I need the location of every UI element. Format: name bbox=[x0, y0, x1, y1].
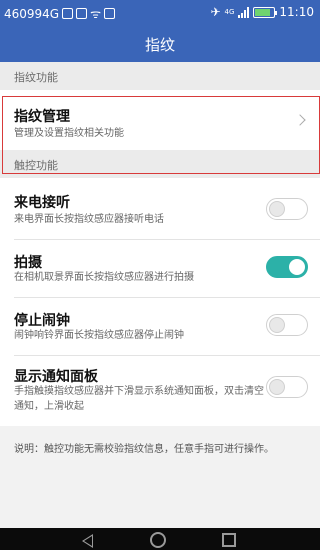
back-icon[interactable] bbox=[82, 534, 93, 548]
network-label: 4G bbox=[224, 8, 235, 16]
setting-title: 显示通知面板 bbox=[14, 369, 98, 385]
battery-icon bbox=[253, 6, 278, 18]
setting-subtitle: 闹钟响铃界面长按指纹感应器停止闹钟 bbox=[14, 330, 184, 341]
toggle-knob bbox=[289, 259, 305, 275]
navigation-bar bbox=[0, 528, 320, 550]
page-title: 指纹 bbox=[144, 36, 175, 54]
setting-subtitle: 手指触摸指纹感应器并下滑显示系统通知面板，双击清空通知，上滑收起 bbox=[14, 386, 264, 412]
toggle-knob bbox=[269, 379, 285, 395]
setting-title: 拍摄 bbox=[14, 255, 42, 271]
setting-row-notification-panel[interactable]: 显示通知面板 手指触摸指纹感应器并下滑显示系统通知面板，双击清空通知，上滑收起 bbox=[0, 356, 320, 426]
carrier-label: 460994G bbox=[4, 6, 60, 21]
home-icon[interactable] bbox=[150, 532, 166, 548]
sim-icon bbox=[62, 8, 74, 19]
stop-alarm-toggle[interactable] bbox=[266, 314, 308, 336]
fingerprint-management-subtitle: 管理及设置指纹相关功能 bbox=[14, 128, 124, 139]
setting-row-capture[interactable]: 拍摄 在相机取景界面长按指纹感应器进行拍摄 bbox=[0, 240, 320, 298]
signal-icon bbox=[238, 6, 250, 18]
clock: 11:10 bbox=[279, 5, 314, 19]
section-header-fingerprint: 指纹功能 bbox=[0, 62, 320, 90]
setting-subtitle: 来电界面长按指纹感应器接听电话 bbox=[14, 214, 164, 225]
recent-apps-icon[interactable] bbox=[222, 533, 236, 547]
notification-panel-toggle[interactable] bbox=[266, 376, 308, 398]
fingerprint-management-item[interactable]: 指纹管理 管理及设置指纹相关功能 bbox=[0, 90, 320, 150]
chevron-right-icon bbox=[294, 114, 306, 126]
toggle-knob bbox=[269, 201, 285, 217]
wifi-icon: ᯤ bbox=[90, 7, 102, 21]
footnote: 说明：触控功能无需校验指纹信息，任意手指可进行操作。 bbox=[14, 444, 274, 455]
setting-row-answer-call[interactable]: 来电接听 来电界面长按指纹感应器接听电话 bbox=[0, 178, 320, 240]
setting-title: 停止闹钟 bbox=[14, 313, 70, 329]
answer-call-toggle[interactable] bbox=[266, 198, 308, 220]
toggle-knob bbox=[269, 317, 285, 333]
setting-subtitle: 在相机取景界面长按指纹感应器进行拍摄 bbox=[14, 272, 194, 283]
image-icon bbox=[104, 8, 116, 19]
section-header-touch: 触控功能 bbox=[0, 150, 320, 178]
vibrate-icon: ✈ bbox=[210, 5, 221, 19]
status-right: ✈ 4G 11:10 bbox=[210, 5, 314, 19]
setting-title: 来电接听 bbox=[14, 195, 70, 211]
status-bar: 460994G ᯤ ✈ 4G 11:10 bbox=[0, 0, 320, 24]
app-bar: 460994G ᯤ ✈ 4G 11:10 指纹 bbox=[0, 0, 320, 62]
fingerprint-management-title: 指纹管理 bbox=[14, 109, 70, 125]
capture-toggle[interactable] bbox=[266, 256, 308, 278]
setting-row-stop-alarm[interactable]: 停止闹钟 闹钟响铃界面长按指纹感应器停止闹钟 bbox=[0, 298, 320, 356]
status-left: 460994G ᯤ bbox=[4, 5, 116, 22]
photo-icon bbox=[76, 8, 88, 19]
